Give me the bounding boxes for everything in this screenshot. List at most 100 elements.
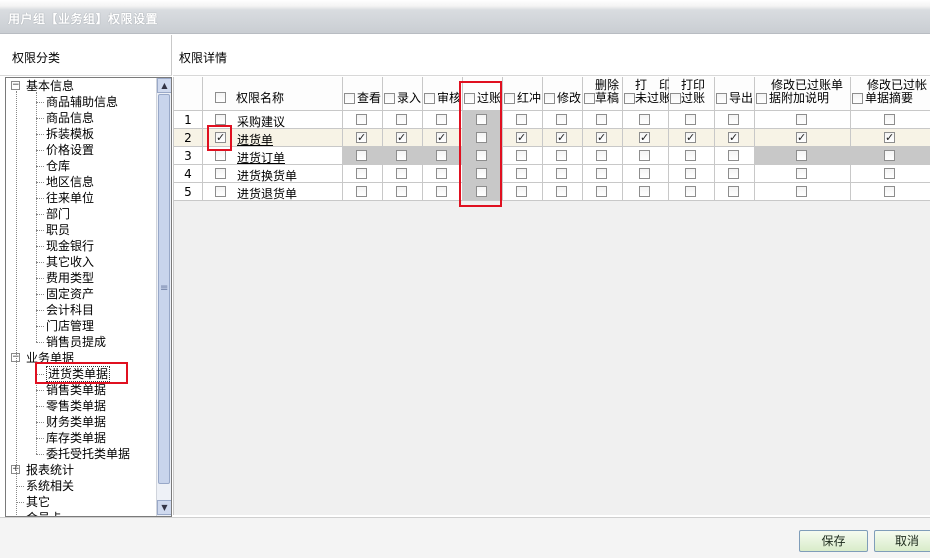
permission-checkbox[interactable] <box>356 168 367 179</box>
permission-checkbox[interactable] <box>396 186 407 197</box>
permission-checkbox[interactable] <box>639 168 650 179</box>
tree-item[interactable]: 拆装模板 <box>35 126 94 142</box>
tree-item[interactable]: 其它收入 <box>35 254 94 270</box>
permission-checkbox[interactable] <box>596 114 607 125</box>
permission-checkbox[interactable] <box>556 114 567 125</box>
tree-item[interactable]: 财务类单据 <box>35 414 106 430</box>
column-select-all-checkbox[interactable] <box>584 93 595 104</box>
tree-root-item[interactable]: 系统相关 <box>15 478 74 494</box>
tree-item[interactable]: 会计科目 <box>35 302 94 318</box>
row-select-checkbox[interactable] <box>215 168 226 179</box>
permission-checkbox[interactable] <box>796 186 807 197</box>
permission-checkbox[interactable] <box>476 132 487 143</box>
save-button[interactable]: 保存 <box>799 530 868 552</box>
permission-name[interactable]: 进货单 <box>237 131 273 148</box>
permission-checkbox[interactable] <box>516 150 527 161</box>
tree-root-item[interactable]: 会员卡 <box>26 510 62 516</box>
column-select-all-checkbox[interactable] <box>384 93 395 104</box>
permission-checkbox[interactable] <box>436 150 447 161</box>
permission-checkbox[interactable] <box>516 186 527 197</box>
permission-checkbox[interactable] <box>476 168 487 179</box>
tree-item[interactable]: 部门 <box>35 206 70 222</box>
select-all-checkbox[interactable] <box>215 92 226 103</box>
tree-group-1[interactable]: 业务单据 <box>26 350 74 366</box>
permission-checkbox[interactable] <box>516 132 527 143</box>
row-select-checkbox[interactable] <box>215 186 226 197</box>
tree-item[interactable]: 价格设置 <box>35 142 94 158</box>
permission-checkbox[interactable] <box>728 150 739 161</box>
permission-checkbox[interactable] <box>436 168 447 179</box>
permission-checkbox[interactable] <box>639 150 650 161</box>
tree-item[interactable]: 门店管理 <box>35 318 94 334</box>
permission-checkbox[interactable] <box>685 114 696 125</box>
permission-checkbox[interactable] <box>476 186 487 197</box>
permission-checkbox[interactable] <box>884 132 895 143</box>
column-select-all-checkbox[interactable] <box>344 93 355 104</box>
permission-checkbox[interactable] <box>639 186 650 197</box>
column-select-all-checkbox[interactable] <box>504 93 515 104</box>
column-select-all-checkbox[interactable] <box>852 93 863 104</box>
permission-checkbox[interactable] <box>556 132 567 143</box>
permission-checkbox[interactable] <box>884 168 895 179</box>
permission-checkbox[interactable] <box>356 132 367 143</box>
permission-checkbox[interactable] <box>516 168 527 179</box>
tree-item[interactable]: 商品信息 <box>35 110 94 126</box>
permission-checkbox[interactable] <box>596 186 607 197</box>
permission-checkbox[interactable] <box>685 132 696 143</box>
column-select-all-checkbox[interactable] <box>716 93 727 104</box>
permission-category-tree[interactable]: − 基本信息 商品辅助信息 商品信息 拆装模板 价格设置 仓库 地区信息 往来单位 部门 职员 现金银… <box>5 77 172 517</box>
permission-checkbox[interactable] <box>476 150 487 161</box>
row-select-checkbox[interactable] <box>215 114 226 125</box>
permission-checkbox[interactable] <box>436 132 447 143</box>
row-select-checkbox[interactable] <box>215 132 226 143</box>
permission-checkbox[interactable] <box>685 150 696 161</box>
column-select-all-checkbox[interactable] <box>424 93 435 104</box>
permission-checkbox[interactable] <box>728 114 739 125</box>
permission-name[interactable]: 进货订单 <box>237 149 285 166</box>
permission-checkbox[interactable] <box>884 150 895 161</box>
tree-group-2[interactable]: 报表统计 <box>26 462 74 478</box>
scroll-down-icon[interactable]: ▼ <box>157 500 171 515</box>
permission-checkbox[interactable] <box>884 114 895 125</box>
tree-item[interactable]: 销售员提成 <box>35 334 106 350</box>
row-select-checkbox[interactable] <box>215 150 226 161</box>
cancel-button[interactable]: 取消 <box>874 530 930 552</box>
permission-checkbox[interactable] <box>884 186 895 197</box>
tree-item[interactable]: 委托受托类单据 <box>35 446 130 462</box>
tree-item[interactable]: 地区信息 <box>35 174 94 190</box>
column-select-all-checkbox[interactable] <box>670 93 681 104</box>
permission-checkbox[interactable] <box>728 132 739 143</box>
tree-scrollbar[interactable]: ▲ ▼ <box>156 78 171 516</box>
permission-checkbox[interactable] <box>596 168 607 179</box>
permission-checkbox[interactable] <box>396 150 407 161</box>
scroll-thumb[interactable] <box>158 94 170 484</box>
permission-checkbox[interactable] <box>596 132 607 143</box>
tree-root-item[interactable]: 其它 <box>15 494 50 510</box>
column-select-all-checkbox[interactable] <box>624 93 635 104</box>
permission-checkbox[interactable] <box>796 168 807 179</box>
tree-item[interactable]: 商品辅助信息 <box>35 94 118 110</box>
permission-checkbox[interactable] <box>356 114 367 125</box>
permission-checkbox[interactable] <box>596 150 607 161</box>
permission-checkbox[interactable] <box>639 132 650 143</box>
tree-item[interactable]: 职员 <box>35 222 70 238</box>
tree-item[interactable]: 现金银行 <box>35 238 94 254</box>
tree-item[interactable]: 往来单位 <box>35 190 94 206</box>
permission-checkbox[interactable] <box>396 168 407 179</box>
permission-checkbox[interactable] <box>639 114 650 125</box>
permission-checkbox[interactable] <box>556 150 567 161</box>
permission-checkbox[interactable] <box>796 114 807 125</box>
permission-checkbox[interactable] <box>728 168 739 179</box>
tree-item[interactable]: 仓库 <box>35 158 70 174</box>
permission-checkbox[interactable] <box>796 150 807 161</box>
tree-item[interactable]: 销售类单据 <box>35 382 106 398</box>
permission-checkbox[interactable] <box>685 186 696 197</box>
tree-item[interactable]: 零售类单据 <box>35 398 106 414</box>
permission-checkbox[interactable] <box>556 168 567 179</box>
permission-checkbox[interactable] <box>436 186 447 197</box>
column-select-all-checkbox[interactable] <box>756 93 767 104</box>
tree-item[interactable]: 进货类单据 <box>35 366 111 382</box>
tree-item[interactable]: 费用类型 <box>35 270 94 286</box>
permission-checkbox[interactable] <box>396 114 407 125</box>
column-select-all-checkbox[interactable] <box>464 93 475 104</box>
